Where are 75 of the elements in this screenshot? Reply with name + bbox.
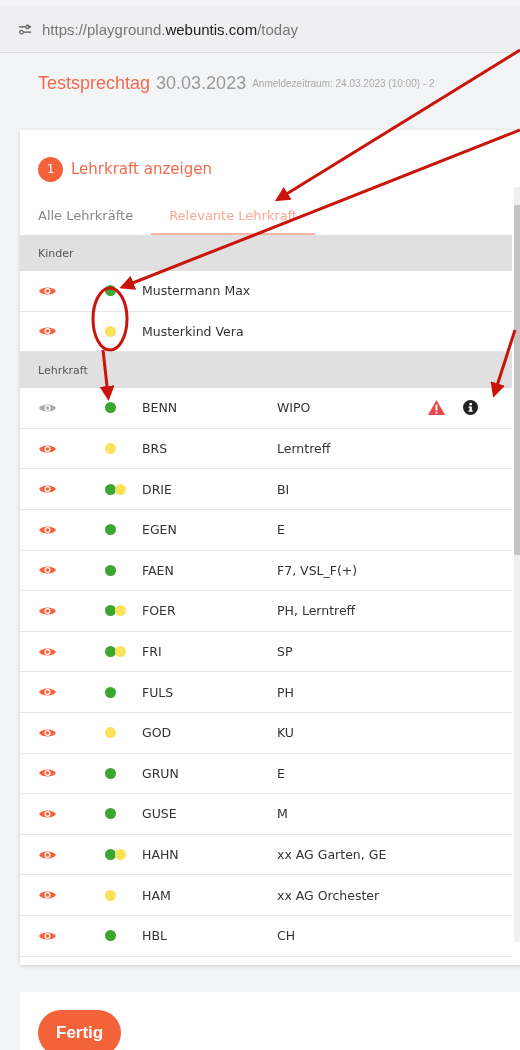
list-row[interactable]: HBL CH	[20, 915, 512, 957]
settings-sliders-icon[interactable]	[18, 23, 32, 35]
eye-icon[interactable]	[38, 325, 57, 338]
subject-text: CH	[277, 928, 296, 944]
name-text: BRS	[142, 441, 169, 457]
address-bar[interactable]: https://playground.webuntis.com/today	[0, 6, 520, 53]
name-text: HAM	[142, 887, 172, 903]
list-row[interactable]: HAM xx AG Orchester	[20, 875, 512, 916]
list-row[interactable]: BENN WIPO	[20, 388, 512, 429]
list-row[interactable]: GRUN E	[20, 753, 512, 795]
eye-icon[interactable]	[38, 645, 57, 658]
eye-icon[interactable]	[38, 284, 57, 297]
subject-text: xx AG Orchester	[277, 887, 380, 903]
list-row[interactable]: GOD KU	[20, 712, 512, 754]
eye-icon[interactable]	[38, 686, 57, 699]
eye-icon[interactable]	[38, 604, 57, 617]
name-text: EGEN	[142, 522, 178, 538]
name-text: BENN	[142, 400, 179, 416]
name-text: GUSE	[142, 806, 178, 822]
scrollbar[interactable]	[514, 187, 520, 942]
info-icon[interactable]	[462, 400, 478, 416]
subject-text: BI	[277, 481, 290, 497]
eye-icon[interactable]	[38, 402, 57, 414]
eye-icon[interactable]	[38, 726, 57, 739]
tab[interactable]: Alle Lehrkräfte	[20, 202, 152, 235]
eye-icon[interactable]	[38, 442, 57, 455]
name-text: HBL	[142, 928, 168, 944]
annotation-ellipse	[91, 286, 129, 352]
subject-text: E	[277, 765, 285, 781]
subject-text: PH, Lerntreff	[277, 603, 356, 619]
subject-text: KU	[277, 725, 294, 741]
eye-icon[interactable]	[38, 929, 57, 942]
list-row[interactable]: BRS Lerntreff	[20, 428, 512, 470]
eye-icon[interactable]	[38, 807, 57, 820]
step-number-badge: 1	[38, 156, 63, 182]
list-row[interactable]: DRIE BI	[20, 469, 512, 510]
list-row[interactable]: FOER PH, Lerntreff	[20, 591, 512, 632]
list-row[interactable]: FULS PH	[20, 672, 512, 713]
eye-icon[interactable]	[38, 848, 57, 861]
name-text: GOD	[142, 725, 173, 741]
date-text: 30.03.2023	[156, 72, 247, 94]
subject-text: xx AG Garten, GE	[277, 847, 387, 862]
name-text: FRI	[142, 644, 163, 660]
name-text: FAEN	[142, 562, 175, 578]
name-text: GRUN	[142, 765, 180, 781]
eye-icon[interactable]	[38, 564, 57, 577]
name-text: DRIE	[142, 481, 173, 497]
list-row[interactable]: Mustermann Max	[20, 271, 512, 312]
list-row[interactable]: FAEN F7, VSL_F(+)	[20, 550, 512, 592]
eye-icon[interactable]	[38, 767, 57, 780]
page-title: Testsprechtag	[38, 72, 151, 94]
name-text: FULS	[142, 684, 175, 700]
subject-text: WIPO	[277, 400, 311, 416]
name-text: Mustermann Max	[142, 283, 252, 299]
name-text: Musterkind Vera	[142, 323, 245, 339]
list-row[interactable]: EGEN E	[20, 509, 512, 551]
section-header: Lehrkraft	[20, 352, 512, 389]
list-row[interactable]: HAHN xx AG Garten, GE	[20, 834, 512, 876]
subject-text: F7, VSL_F(+)	[277, 562, 358, 578]
subject-text: Lerntreff	[277, 441, 331, 457]
subject-text: M	[277, 806, 288, 822]
eye-icon[interactable]	[38, 523, 57, 536]
section-header: Kinder	[20, 235, 512, 271]
list-row[interactable]: GUSE M	[20, 794, 512, 835]
subject-text: SP	[277, 644, 293, 660]
subject-text: E	[277, 522, 285, 538]
registration-period-text: Anmeldezeitraum: 24.03.2023 (10:00) - 2	[252, 77, 435, 89]
subject-text: PH	[277, 684, 294, 700]
eye-icon[interactable]	[38, 889, 57, 902]
url-text: https://playground.webuntis.com/today	[42, 20, 298, 38]
name-text: FOER	[142, 603, 177, 619]
eye-icon[interactable]	[38, 483, 57, 496]
step-title: Lehrkraft anzeigen	[71, 160, 212, 178]
list-row[interactable]: FRI SP	[20, 631, 512, 673]
name-text: HAHN	[142, 847, 180, 862]
